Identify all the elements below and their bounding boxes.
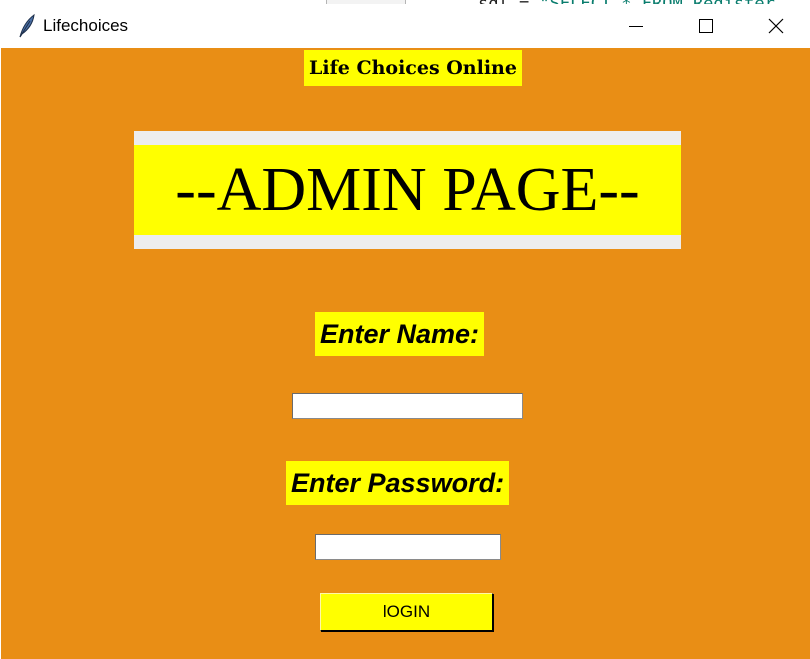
feather-icon xyxy=(16,13,38,39)
password-input[interactable] xyxy=(315,534,501,560)
title-bar[interactable]: Lifechoices xyxy=(1,4,810,48)
close-button[interactable] xyxy=(741,4,810,48)
brand-label: Life Choices Online xyxy=(304,50,522,86)
window-title: Lifechoices xyxy=(43,16,129,35)
app-window: Lifechoices Life Choices Online --ADMIN … xyxy=(1,4,810,659)
name-input[interactable] xyxy=(292,393,523,419)
admin-heading: --ADMIN PAGE-- xyxy=(134,145,681,235)
minimize-button[interactable] xyxy=(601,4,671,48)
maximize-icon xyxy=(699,19,713,33)
login-button[interactable]: lOGIN xyxy=(320,593,493,631)
minimize-icon xyxy=(629,26,643,27)
close-icon xyxy=(768,18,784,34)
name-label: Enter Name: xyxy=(315,312,485,356)
password-label: Enter Password: xyxy=(286,461,510,505)
window-content: Life Choices Online --ADMIN PAGE-- Enter… xyxy=(1,48,810,659)
maximize-button[interactable] xyxy=(671,4,741,48)
admin-heading-frame: --ADMIN PAGE-- xyxy=(134,131,681,249)
